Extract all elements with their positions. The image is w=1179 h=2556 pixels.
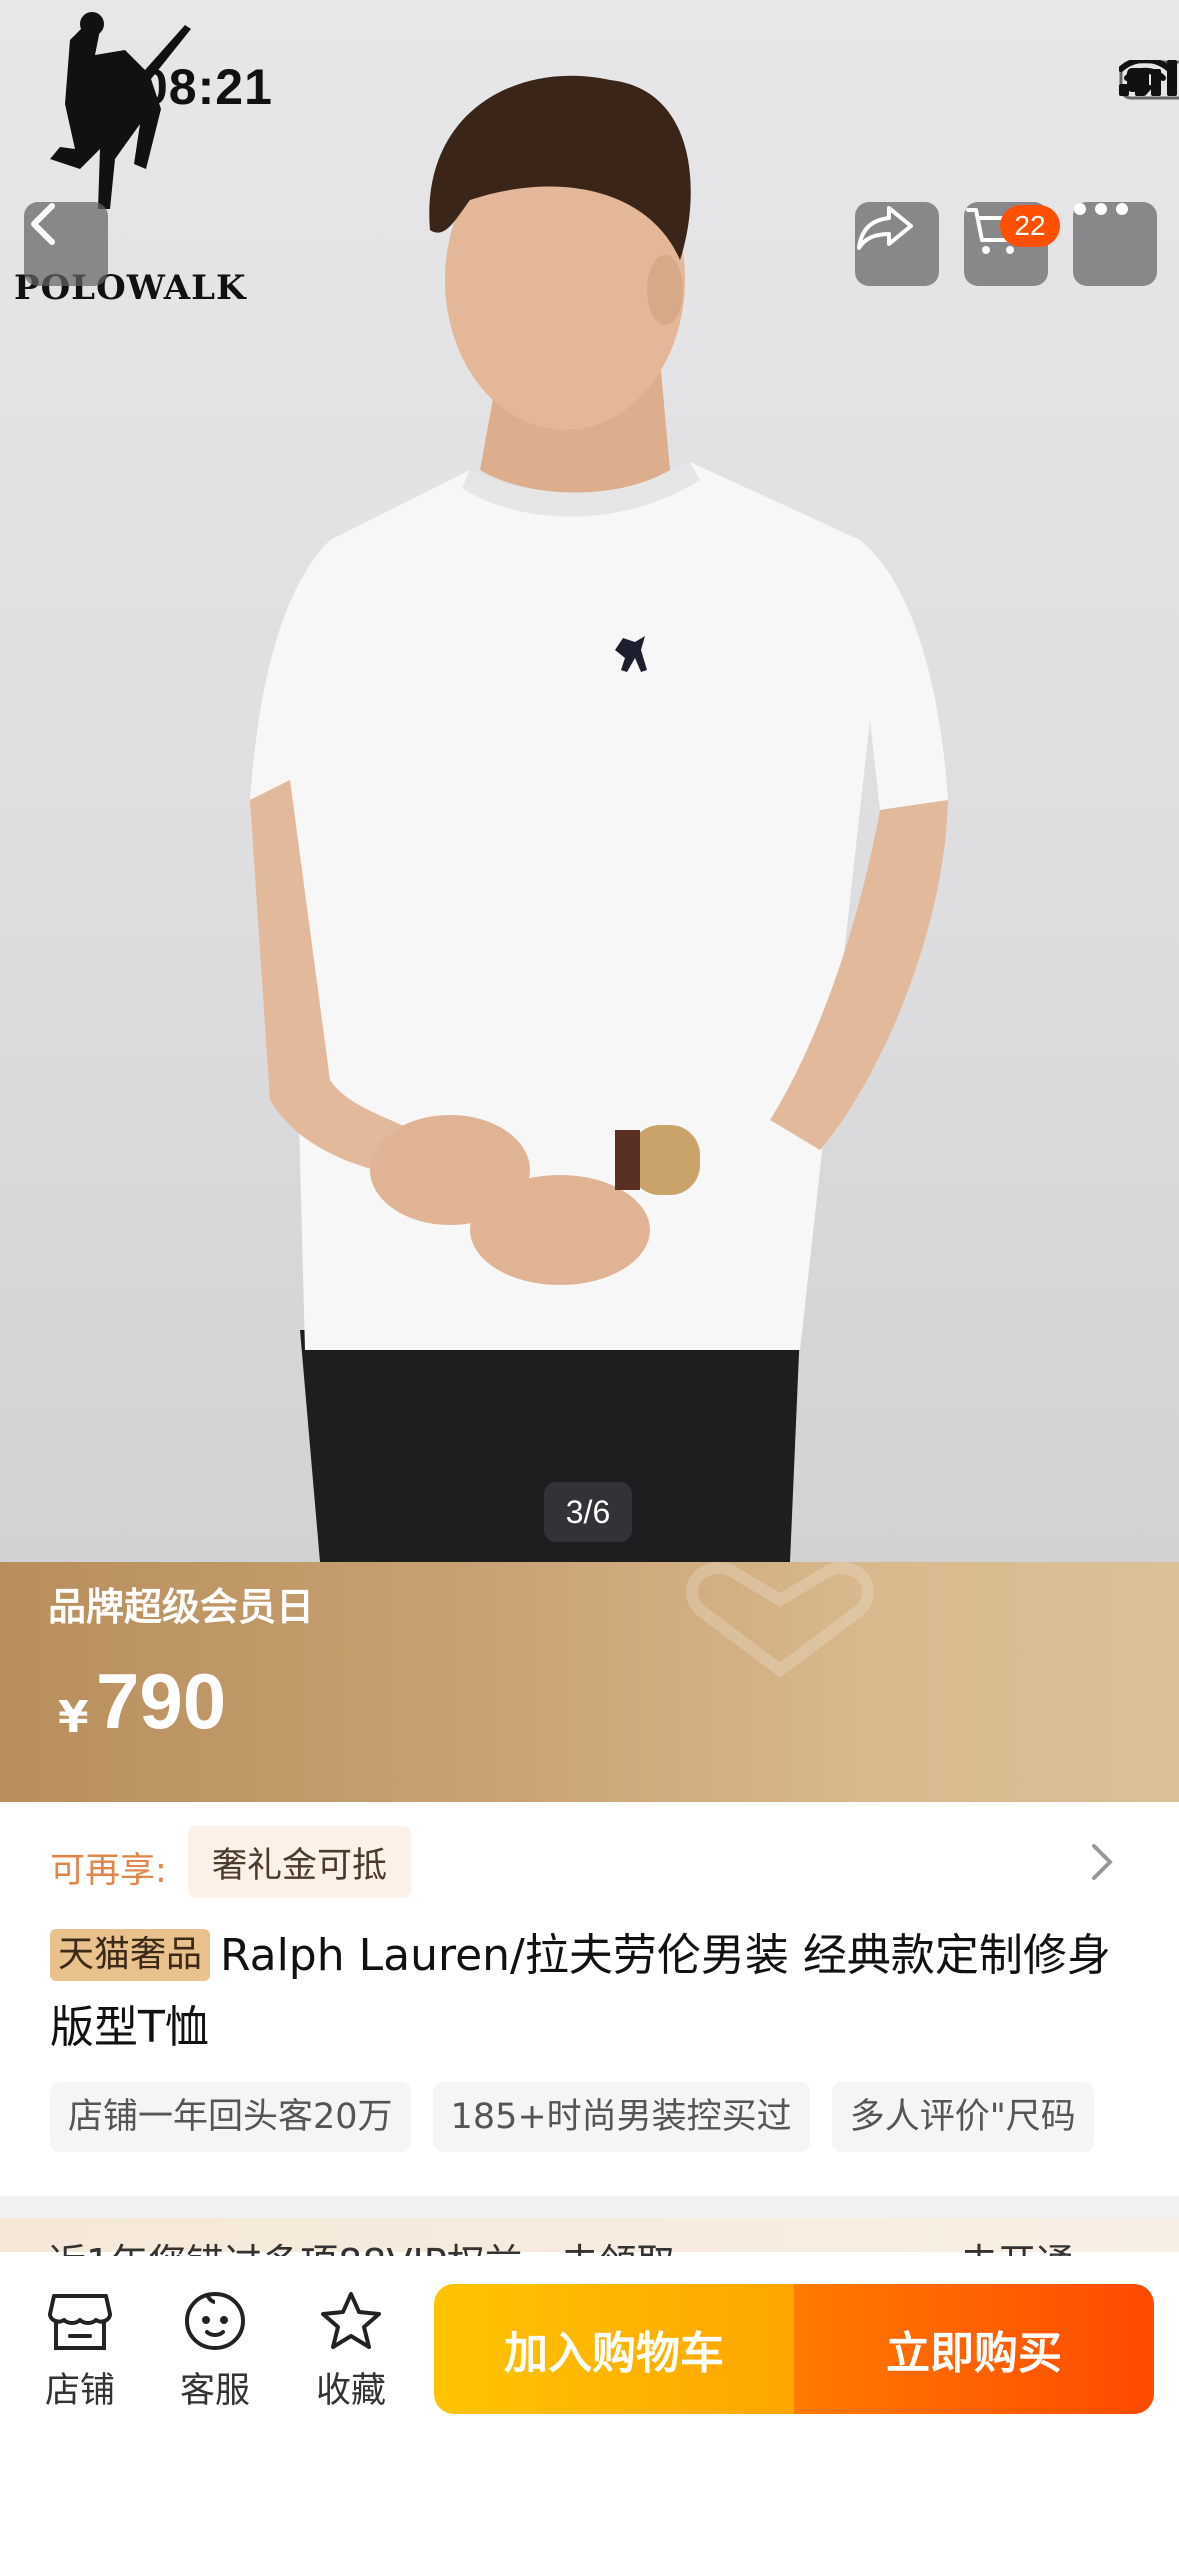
- price-currency: ¥: [58, 1692, 89, 1743]
- back-button[interactable]: [24, 202, 108, 286]
- chip-item: 多人评价"尺码: [831, 2082, 1094, 2152]
- tmall-luxury-badge: 天猫奢品: [50, 1929, 211, 1981]
- battery-icon: [1119, 60, 1179, 100]
- add-to-cart-button[interactable]: 加入购物车: [434, 2284, 794, 2414]
- highlight-chips: 店铺一年回头客20万 185+时尚男装控买过 多人评价"尺码: [50, 2082, 1179, 2152]
- product-title: 天猫奢品 Ralph Lauren/拉夫劳伦男装 经典款定制修身版型T恤: [50, 1920, 1140, 2064]
- chevron-right-icon[interactable]: [1090, 1842, 1114, 1882]
- favorite-tab[interactable]: 收藏: [296, 2290, 406, 2413]
- customer-service-icon: [184, 2291, 246, 2351]
- star-icon: [321, 2292, 381, 2349]
- section-divider: [0, 2196, 1179, 2218]
- chip-item: 185+时尚男装控买过: [432, 2082, 810, 2152]
- store-tab[interactable]: 店铺: [25, 2290, 135, 2413]
- service-tab[interactable]: 客服: [160, 2290, 270, 2413]
- store-label: 店铺: [44, 2371, 115, 2411]
- product-image[interactable]: 08:21 POLOWALK 22 3/6: [0, 0, 1179, 1562]
- more-dots-icon: [1074, 203, 1128, 215]
- share-icon: [857, 206, 913, 250]
- share-button[interactable]: [855, 202, 939, 286]
- benefit-label: 可再享:: [50, 1851, 167, 1891]
- price-value: 790: [96, 1657, 227, 1745]
- heart-watermark-icon: [686, 1562, 874, 1678]
- more-button[interactable]: [1073, 202, 1157, 286]
- cart-count-badge: 22: [1000, 205, 1060, 247]
- favorite-label: 收藏: [315, 2371, 386, 2411]
- promo-title: 品牌超级会员日: [48, 1585, 315, 1629]
- service-label: 客服: [179, 2371, 250, 2411]
- chip-item: 店铺一年回头客20万: [50, 2082, 411, 2152]
- benefit-tag[interactable]: 奢礼金可抵: [188, 1826, 412, 1898]
- store-icon: [48, 2294, 112, 2350]
- gallery-indicator: 3/6: [544, 1482, 632, 1542]
- buy-now-button[interactable]: 立即购买: [794, 2284, 1154, 2414]
- chevron-left-icon: [31, 203, 55, 245]
